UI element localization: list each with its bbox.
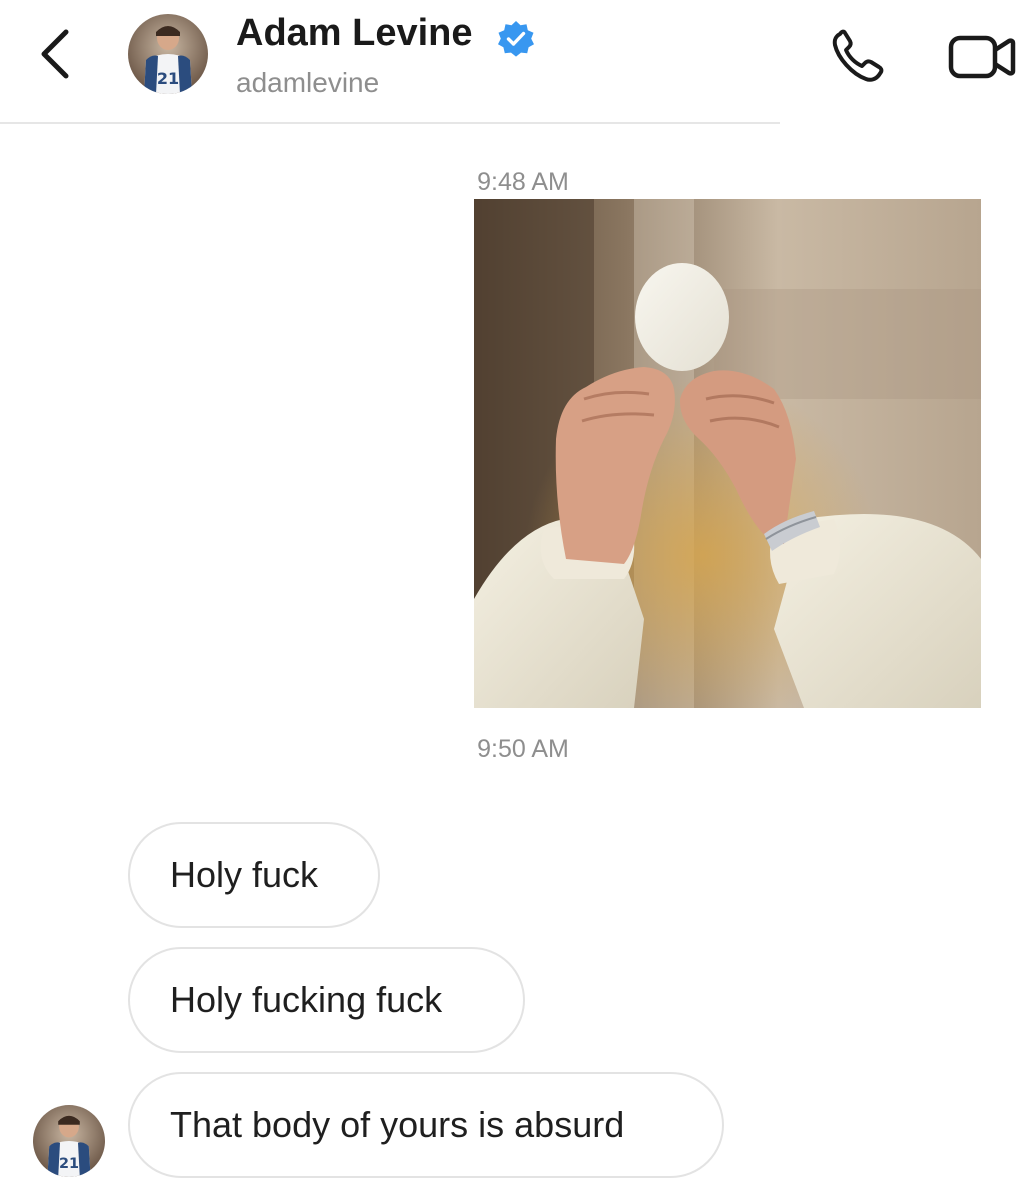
back-chevron-icon[interactable]	[30, 26, 80, 82]
chat-header: 21 Adam Levine adamlevine	[0, 0, 1036, 122]
phone-icon[interactable]	[826, 24, 890, 88]
avatar-jersey-number: 21	[157, 69, 179, 88]
chat-contact-handle: adamlevine	[236, 67, 380, 98]
message-timestamp: 9:48 AM	[477, 168, 569, 196]
avatar[interactable]: 21	[128, 14, 208, 94]
avatar-photo: 21	[128, 14, 208, 94]
header-divider	[0, 122, 780, 124]
sender-avatar-photo: 21	[33, 1105, 105, 1177]
sent-photo-message[interactable]	[474, 199, 981, 708]
avatar-jersey-number: 21	[59, 1156, 79, 1172]
sender-avatar[interactable]: 21	[33, 1105, 105, 1177]
chat-contact-name[interactable]: Adam Levine	[236, 12, 473, 55]
video-camera-icon[interactable]	[946, 28, 1018, 84]
verified-badge-icon	[498, 21, 534, 57]
received-message-bubble[interactable]: Holy fucking fuck	[128, 947, 525, 1053]
message-timestamp: 9:50 AM	[477, 735, 569, 763]
received-message-bubble[interactable]: That body of yours is absurd	[128, 1072, 724, 1178]
sent-photo	[474, 199, 981, 708]
received-message-bubble[interactable]: Holy fuck	[128, 822, 380, 928]
